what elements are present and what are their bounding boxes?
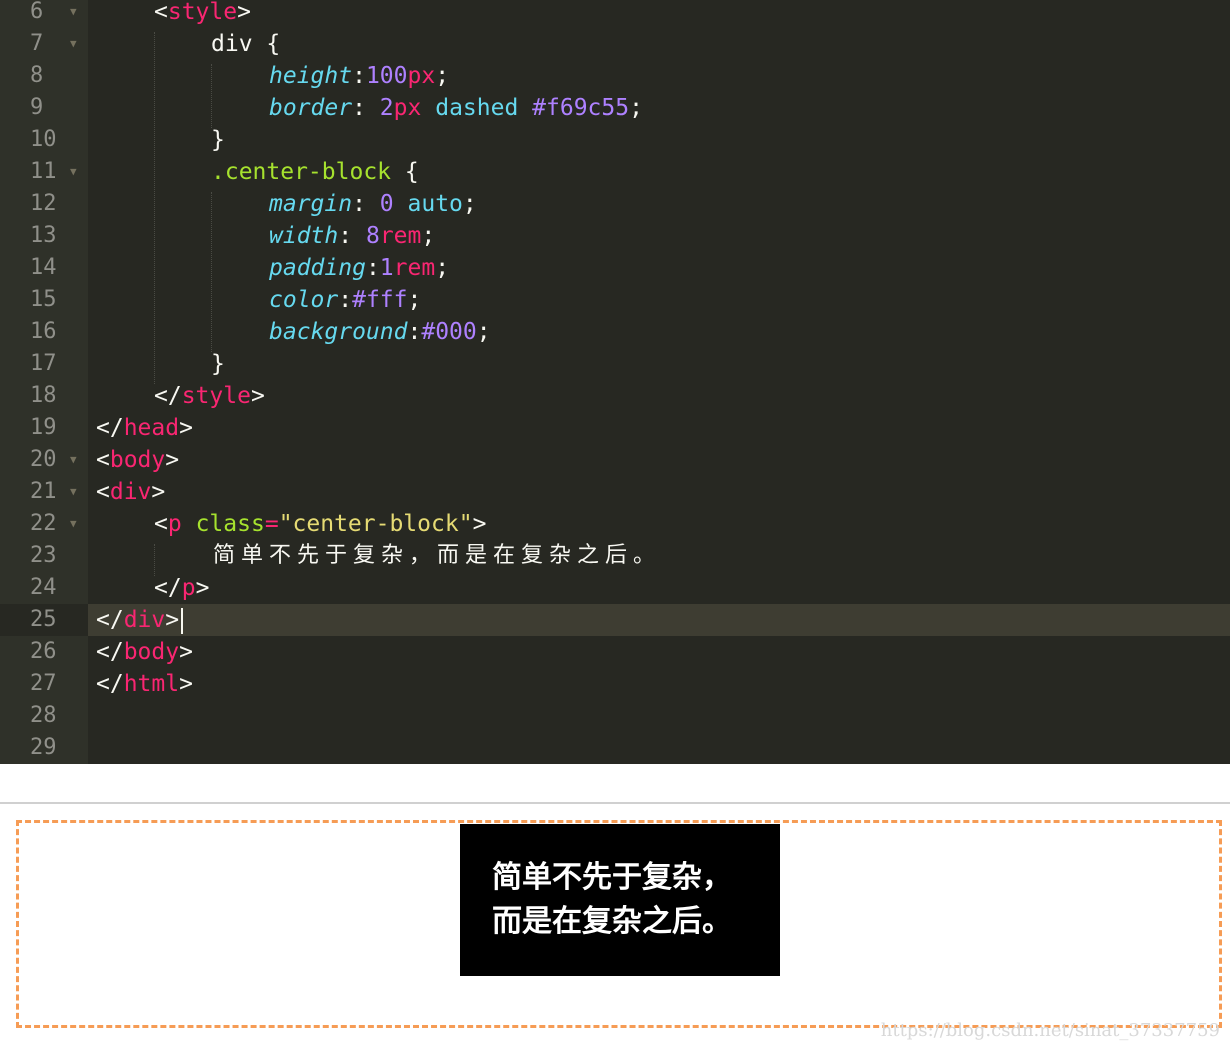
fold-arrow-icon[interactable]: ▼ — [70, 508, 77, 540]
watermark-text: https://blog.csdn.net/sinat_37337759 — [880, 1020, 1220, 1041]
center-block-line: 而是在复杂之后。 — [492, 904, 732, 939]
line-number: 25 — [0, 604, 88, 636]
code-line[interactable]: 9 border: 2px dashed #f69c55; — [0, 92, 1230, 124]
preview-separator — [0, 802, 1230, 804]
code-line[interactable]: 20 ▼ <body> — [0, 444, 1230, 476]
line-number: 28 — [30, 703, 57, 728]
code-line[interactable]: 14 padding:1rem; — [0, 252, 1230, 284]
code-line[interactable]: 29 — [0, 732, 1230, 764]
code-line[interactable]: 16 background:#000; — [0, 316, 1230, 348]
line-number: 18 — [30, 383, 57, 408]
code-line[interactable]: 13 width: 8rem; — [0, 220, 1230, 252]
fold-arrow-icon[interactable]: ▼ — [70, 444, 77, 476]
line-number: 10 — [30, 127, 57, 152]
line-number: 17 — [30, 351, 57, 376]
code-line[interactable]: 26 </body> — [0, 636, 1230, 668]
code-line[interactable]: 11 ▼ .center-block { — [0, 156, 1230, 188]
code-line[interactable]: 17 } — [0, 348, 1230, 380]
code-line[interactable]: 15 color:#fff; — [0, 284, 1230, 316]
code-line[interactable]: 19 </head> — [0, 412, 1230, 444]
code-line[interactable]: 12 margin: 0 auto; — [0, 188, 1230, 220]
text-cursor — [181, 607, 184, 634]
code-line-active[interactable]: 25 </div> — [0, 604, 1230, 636]
line-number: 8 — [30, 63, 44, 88]
line-number: 19 — [30, 415, 57, 440]
line-number: 24 — [30, 575, 57, 600]
code-line[interactable]: 27 </html> — [0, 668, 1230, 700]
code-line[interactable]: 8 height:100px; — [0, 60, 1230, 92]
line-number: 16 — [30, 319, 57, 344]
line-number: 29 — [30, 735, 57, 760]
center-block-line: 简单不先于复杂， — [492, 860, 732, 895]
line-number: 23 — [30, 543, 57, 568]
fold-arrow-icon[interactable]: ▼ — [70, 28, 77, 60]
code-editor[interactable]: 6 ▼ <style> 7 ▼ div { 8 height:100px; 9 … — [0, 0, 1230, 764]
fold-arrow-icon[interactable]: ▼ — [70, 476, 77, 508]
line-number: 14 — [30, 255, 57, 280]
code-line[interactable]: 22 ▼ <p class="center-block"> — [0, 508, 1230, 540]
code-line[interactable]: 24 </p> — [0, 572, 1230, 604]
fold-arrow-icon[interactable]: ▼ — [70, 0, 77, 28]
line-number: 27 — [30, 671, 57, 696]
line-number: 15 — [30, 287, 57, 312]
code-line[interactable]: 28 — [0, 700, 1230, 732]
code-line[interactable]: 10 } — [0, 124, 1230, 156]
line-number: 26 — [30, 639, 57, 664]
code-line[interactable]: 7 ▼ div { — [0, 28, 1230, 60]
line-number: 13 — [30, 223, 57, 248]
center-block: 简单不先于复杂， 而是在复杂之后。 — [460, 824, 780, 976]
code-line[interactable]: 18 </style> — [0, 380, 1230, 412]
line-number: 9 — [30, 95, 44, 120]
code-line[interactable]: 21 ▼ <div> — [0, 476, 1230, 508]
line-number: 12 — [30, 191, 57, 216]
fold-arrow-icon[interactable]: ▼ — [70, 156, 77, 188]
code-line[interactable]: 6 ▼ <style> — [0, 0, 1230, 28]
code-line[interactable]: 23 简单不先于复杂，而是在复杂之后。 — [0, 540, 1230, 572]
